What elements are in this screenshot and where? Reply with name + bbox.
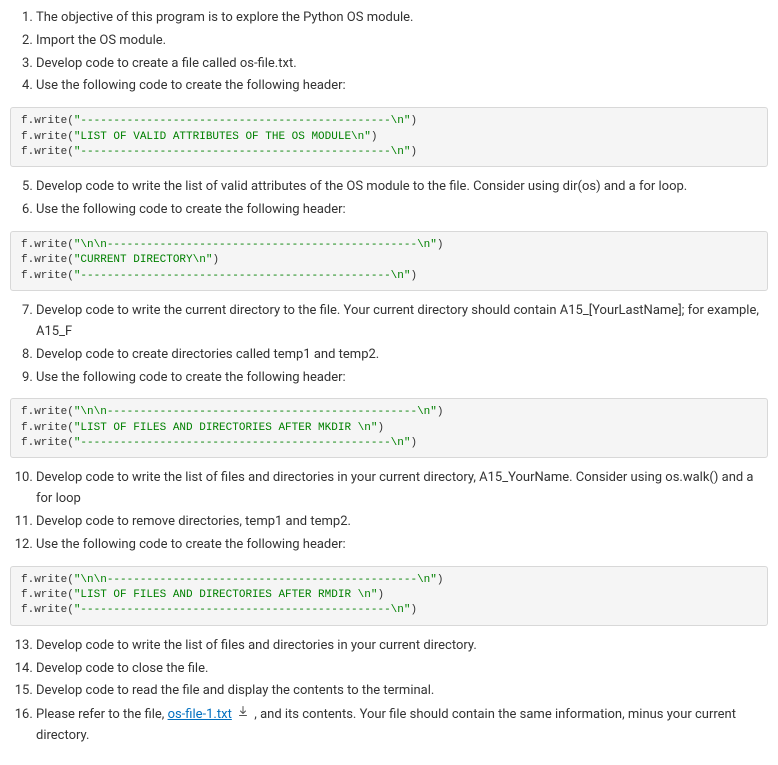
code-text: f.write( [21, 574, 74, 586]
step-14: Develop code to close the file. [36, 659, 768, 680]
step-15: Develop code to read the file and displa… [36, 681, 768, 702]
step-1: The objective of this program is to expl… [36, 8, 768, 29]
code-text: f.write( [21, 146, 74, 158]
code-text: f.write( [21, 589, 74, 601]
code-string: "---------------------------------------… [74, 604, 411, 616]
code-string: "---------------------------------------… [74, 437, 411, 449]
code-text: f.write( [21, 254, 74, 266]
code-text: f.write( [21, 437, 74, 449]
code-string: "LIST OF VALID ATTRIBUTES OF THE OS MODU… [74, 131, 371, 143]
step-16-text-a: Please refer to the file, [36, 707, 168, 722]
code-text: ) [410, 437, 417, 449]
code-text: f.write( [21, 115, 74, 127]
step-16: Please refer to the file, os-file-1.txt … [36, 704, 768, 746]
os-file-link[interactable]: os-file-1.txt [168, 707, 232, 722]
code-text: ) [437, 406, 444, 418]
code-text: ) [212, 254, 219, 266]
instructions-list: The objective of this program is to expl… [10, 8, 768, 97]
code-string: "---------------------------------------… [74, 115, 411, 127]
code-string: "\n\n-----------------------------------… [74, 406, 437, 418]
download-icon[interactable] [237, 704, 249, 725]
instructions-list: Develop code to write the list of files … [10, 468, 768, 555]
step-6: Use the following code to create the fol… [36, 200, 768, 221]
code-text: f.write( [21, 131, 74, 143]
code-text: ) [410, 270, 417, 282]
step-4: Use the following code to create the fol… [36, 76, 768, 97]
step-5: Develop code to write the list of valid … [36, 177, 768, 198]
instructions-list: Develop code to write the current direct… [10, 301, 768, 388]
code-text: ) [371, 131, 378, 143]
code-text: f.write( [21, 270, 74, 282]
step-3: Develop code to create a file called os-… [36, 54, 768, 75]
code-string: "\n\n-----------------------------------… [74, 239, 437, 251]
code-text: f.write( [21, 604, 74, 616]
code-text: f.write( [21, 239, 74, 251]
step-7: Develop code to write the current direct… [36, 301, 768, 343]
step-13: Develop code to write the list of files … [36, 636, 768, 657]
step-9: Use the following code to create the fol… [36, 368, 768, 389]
code-string: "---------------------------------------… [74, 146, 411, 158]
code-text: ) [437, 239, 444, 251]
step-12: Use the following code to create the fol… [36, 535, 768, 556]
code-block-1: f.write("-------------------------------… [10, 107, 768, 167]
code-string: "LIST OF FILES AND DIRECTORIES AFTER RMD… [74, 589, 378, 601]
step-10: Develop code to write the list of files … [36, 468, 768, 510]
code-text: ) [410, 604, 417, 616]
step-8: Develop code to create directories calle… [36, 345, 768, 366]
step-2: Import the OS module. [36, 31, 768, 52]
step-11: Develop code to remove directories, temp… [36, 512, 768, 533]
code-text: f.write( [21, 406, 74, 418]
code-string: "LIST OF FILES AND DIRECTORIES AFTER MKD… [74, 422, 378, 434]
code-string: "\n\n-----------------------------------… [74, 574, 437, 586]
instructions-list: Develop code to write the list of valid … [10, 177, 768, 221]
code-string: "CURRENT DIRECTORY\n" [74, 254, 213, 266]
code-block-2: f.write("\n\n---------------------------… [10, 231, 768, 291]
instructions-list: Develop code to write the list of files … [10, 636, 768, 747]
code-text: f.write( [21, 422, 74, 434]
code-text: ) [377, 589, 384, 601]
code-block-3: f.write("\n\n---------------------------… [10, 398, 768, 458]
code-string: "---------------------------------------… [74, 270, 411, 282]
code-text: ) [437, 574, 444, 586]
code-block-4: f.write("\n\n---------------------------… [10, 566, 768, 626]
code-text: ) [410, 146, 417, 158]
code-text: ) [377, 422, 384, 434]
code-text: ) [410, 115, 417, 127]
